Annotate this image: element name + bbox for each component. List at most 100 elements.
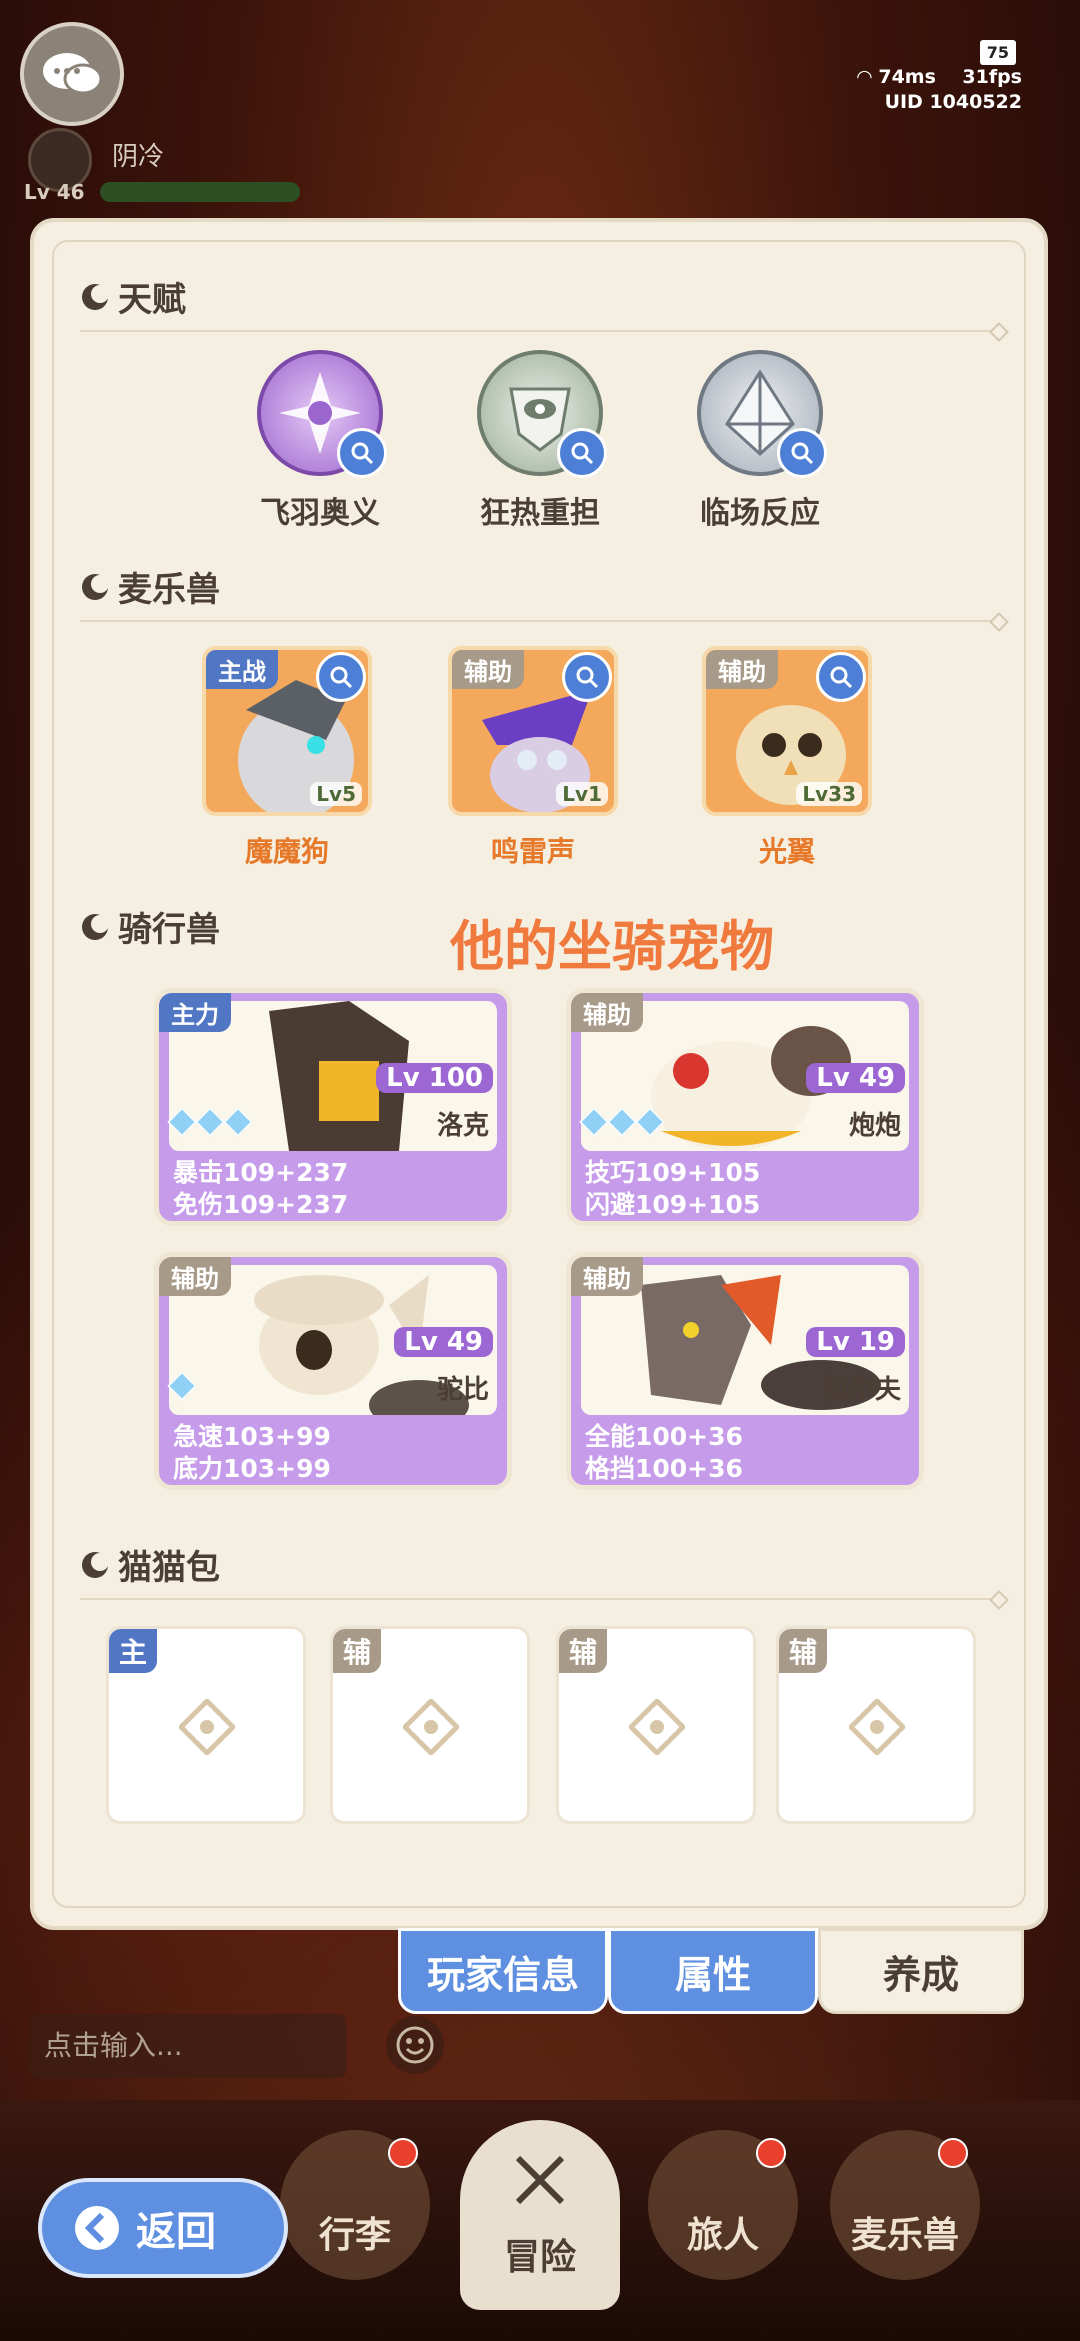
eye-shield-icon [477,350,607,478]
mount-stat-1: 暴击109+237 [173,1158,349,1187]
mount-name: 洛克 [436,1111,489,1141]
mount-stars [167,1371,197,1401]
battery-indicator: 75 [979,40,1016,65]
mount-stat-1: 技巧109+105 [585,1158,761,1187]
search-icon [562,652,612,702]
add-slot-icon [849,1699,905,1755]
mount-name: 拉尔夫 [822,1375,901,1405]
chat-button[interactable] [20,22,124,126]
catbag-slot-1[interactable]: 主 [106,1626,306,1824]
nav-item-bag[interactable]: 行李 [280,2130,430,2280]
pet-name: 鸣雷声 [490,835,575,868]
mount-stat-1: 急速103+99 [173,1422,331,1451]
pet-role-tag: 主战 [206,650,278,689]
section-title-mounts: 骑行兽 [80,902,220,951]
pet-card-2[interactable]: 辅助 Lv1 鸣雷声 [448,646,618,870]
mount-level: Lv 100 [376,1063,493,1093]
nav-item-pets[interactable]: 麦乐兽 [830,2130,980,2280]
ping-text: 74ms [878,66,936,88]
mount-role-tag: 主力 [159,993,231,1032]
search-icon [557,428,607,478]
moon-icon [82,573,109,600]
mount-card-1[interactable]: 主力 Lv 100 洛克 暴击109+237 免伤109+237 [154,988,512,1226]
talent-label: 飞羽奥义 [260,496,380,531]
player-hp-bar [100,182,300,202]
catbag-role-tag: 辅 [333,1629,382,1673]
search-icon [337,428,387,478]
search-icon [816,652,866,702]
uid-text: UID 1040522 [884,91,1022,113]
nav-item-adventure[interactable]: 冒险 [460,2120,620,2310]
catbag-slot-2[interactable]: 辅 [330,1626,530,1824]
talent-label: 临场反应 [700,496,820,531]
mount-level: Lv 49 [394,1327,493,1357]
chat-icon [43,53,103,95]
pet-name: 光翼 [758,835,815,868]
search-icon [316,652,366,702]
mount-stat-1: 全能100+36 [585,1422,743,1451]
pet-role-tag: 辅助 [706,650,778,689]
back-label: 返回 [136,2209,216,2255]
catbag-role-tag: 主 [109,1629,158,1673]
status-indicators: 75 ◠ 74ms 31fps UID 1040522 [857,40,1022,115]
annotation-text: 他的坐骑宠物 [450,915,774,978]
back-arrow-icon [75,2206,119,2250]
fps-text: 31fps [962,66,1022,88]
talent-3[interactable]: 临场反应 [660,350,860,532]
mount-stars [579,1107,665,1137]
smiley-icon [396,2026,434,2064]
talent-2[interactable]: 狂热重担 [440,350,640,532]
mount-stat-2: 格挡100+36 [585,1454,743,1483]
mount-stat-2: 闪避109+105 [585,1190,761,1219]
mount-role-tag: 辅助 [571,993,643,1032]
mount-stars [167,1107,253,1137]
mount-level: Lv 19 [806,1327,905,1357]
pet-role-tag: 辅助 [452,650,524,689]
pet-level: Lv5 [310,782,362,806]
mount-name: 驼比 [436,1375,489,1405]
catbag-slot-3[interactable]: 辅 [556,1626,756,1824]
notification-dot [938,2138,968,2168]
shuriken-icon [257,350,387,478]
catbag-slot-4[interactable]: 辅 [776,1626,976,1824]
mount-level: Lv 49 [806,1063,905,1093]
nav-item-traveler[interactable]: 旅人 [648,2130,798,2280]
add-slot-icon [629,1699,685,1755]
emoji-button[interactable] [386,2016,444,2074]
notification-dot [756,2138,786,2168]
mount-card-4[interactable]: 辅助 Lv 19 拉尔夫 全能100+36 格挡100+36 [566,1252,924,1490]
mount-stat-2: 免伤109+237 [173,1190,349,1219]
section-title-pets: 麦乐兽 [80,562,220,611]
back-button[interactable]: 返回 [38,2178,288,2278]
wifi-icon: ◠ [857,66,872,88]
pet-name: 魔魔狗 [244,835,329,868]
mount-role-tag: 辅助 [571,1257,643,1296]
player-level: Lv 46 [24,180,85,204]
catbag-role-tag: 辅 [559,1629,608,1673]
search-icon [777,428,827,478]
pet-card-3[interactable]: 辅助 Lv33 光翼 [702,646,872,870]
player-name: 阴冷 [112,142,165,172]
mount-name: 炮炮 [848,1111,901,1141]
tab-player-info[interactable]: 玩家信息 [398,1928,608,2014]
section-title-catbags: 猫猫包 [80,1540,220,1589]
talent-label: 狂热重担 [480,496,600,531]
pet-card-1[interactable]: 主战 Lv5 魔魔狗 [202,646,372,870]
mount-role-tag: 辅助 [159,1257,231,1296]
add-slot-icon [403,1699,459,1755]
moon-icon [82,1551,109,1578]
tab-attributes[interactable]: 属性 [608,1928,818,2014]
mount-stat-2: 底力103+99 [173,1454,331,1483]
pet-level: Lv1 [556,782,608,806]
moon-icon [82,913,109,940]
chat-input[interactable]: 点击输入... [30,2014,346,2078]
catbag-role-tag: 辅 [779,1629,828,1673]
talent-1[interactable]: 飞羽奥义 [220,350,420,532]
add-slot-icon [179,1699,235,1755]
moon-icon [82,283,109,310]
mount-card-3[interactable]: 辅助 Lv 49 驼比 急速103+99 底力103+99 [154,1252,512,1490]
pet-level: Lv33 [796,782,862,806]
diamond-crest-icon [697,350,827,478]
mount-card-2[interactable]: 辅助 Lv 49 炮炮 技巧109+105 闪避109+105 [566,988,924,1226]
tab-growth[interactable]: 养成 [818,1928,1024,2014]
